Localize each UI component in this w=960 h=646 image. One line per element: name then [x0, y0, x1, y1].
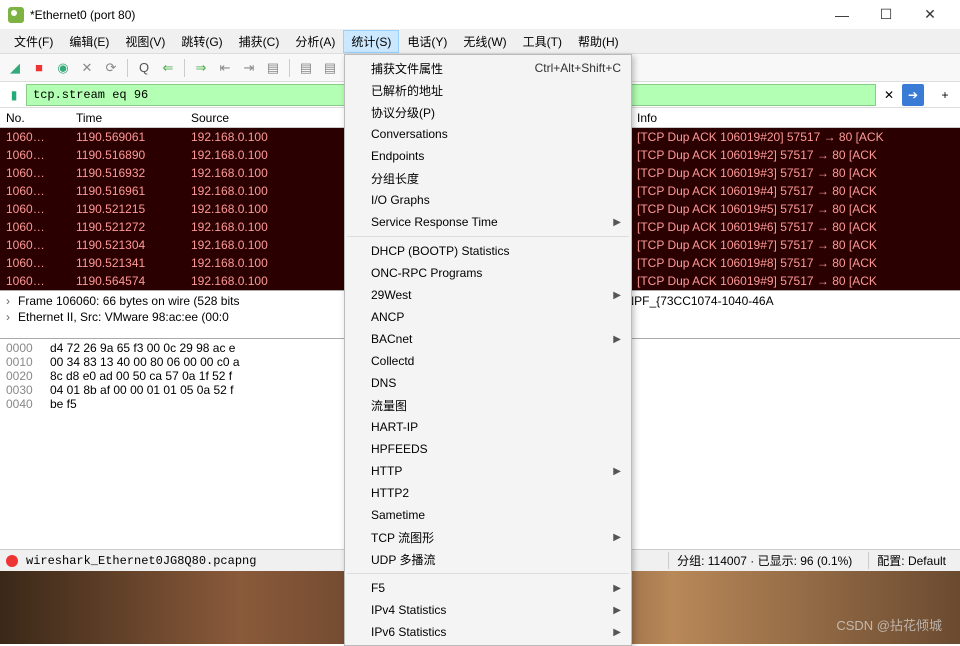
menu-item[interactable]: 已解析的地址 — [345, 79, 631, 101]
menu-item[interactable]: HTTP▶ — [345, 460, 631, 482]
toolbar-btn-0[interactable]: ◢ — [4, 57, 26, 79]
menu-跳转(G)[interactable]: 跳转(G) — [173, 30, 230, 53]
menu-item[interactable]: ONC-RPC Programs — [345, 262, 631, 284]
menu-item[interactable]: Sametime — [345, 504, 631, 526]
toolbar-btn-2[interactable]: ◉ — [52, 57, 74, 79]
toolbar-btn-9[interactable]: ⇥ — [238, 57, 260, 79]
toolbar-btn-4[interactable]: ⟳ — [100, 57, 122, 79]
menu-item[interactable]: UDP 多播流 — [345, 548, 631, 570]
menu-item[interactable]: HART-IP — [345, 416, 631, 438]
col-time[interactable]: Time — [70, 110, 185, 126]
menu-item[interactable]: BACnet▶ — [345, 328, 631, 350]
toolbar-btn-1[interactable]: ■ — [28, 57, 50, 79]
close-button[interactable]: ✕ — [908, 1, 952, 29]
toolbar-btn-12[interactable]: ▤ — [319, 57, 341, 79]
status-profile[interactable]: 配置: Default — [868, 552, 954, 569]
submenu-arrow-icon: ▶ — [613, 605, 621, 616]
submenu-arrow-icon: ▶ — [613, 532, 621, 543]
submenu-arrow-icon: ▶ — [613, 466, 621, 477]
statistics-menu: 捕获文件属性Ctrl+Alt+Shift+C已解析的地址协议分级(P)Conve… — [344, 54, 632, 646]
watermark: CSDN @拈花倾城 — [836, 615, 942, 634]
minimize-button[interactable]: ― — [820, 1, 864, 29]
menu-捕获(C)[interactable]: 捕获(C) — [231, 30, 288, 53]
filter-clear-button[interactable]: ✕ — [878, 84, 900, 106]
toolbar-btn-7[interactable]: ⇒ — [190, 57, 212, 79]
menu-编辑(E)[interactable]: 编辑(E) — [61, 30, 117, 53]
menu-item[interactable]: Service Response Time▶ — [345, 211, 631, 233]
menu-item[interactable]: TCP 流图形▶ — [345, 526, 631, 548]
menu-文件(F)[interactable]: 文件(F) — [6, 30, 61, 53]
app-icon — [8, 7, 24, 23]
menu-item[interactable]: Collectd — [345, 350, 631, 372]
toolbar-btn-8[interactable]: ⇤ — [214, 57, 236, 79]
submenu-arrow-icon: ▶ — [613, 627, 621, 638]
menu-帮助(H)[interactable]: 帮助(H) — [570, 30, 627, 53]
menu-电话(Y)[interactable]: 电话(Y) — [399, 30, 455, 53]
menu-分析(A)[interactable]: 分析(A) — [287, 30, 343, 53]
toolbar-btn-5[interactable]: Q — [133, 57, 155, 79]
toolbar-btn-3[interactable]: ✕ — [76, 57, 98, 79]
submenu-arrow-icon: ▶ — [613, 334, 621, 345]
submenu-arrow-icon: ▶ — [613, 217, 621, 228]
menu-item[interactable]: ANCP — [345, 306, 631, 328]
toolbar-btn-11[interactable]: ▤ — [295, 57, 317, 79]
menu-item[interactable]: DNS — [345, 372, 631, 394]
menu-item[interactable]: 协议分级(P) — [345, 101, 631, 123]
filter-bookmark-icon[interactable]: ▮ — [4, 85, 24, 105]
toolbar-btn-6[interactable]: ⇐ — [157, 57, 179, 79]
menu-item[interactable]: 分组长度 — [345, 167, 631, 189]
menu-item[interactable]: HTTP2 — [345, 482, 631, 504]
window-title: *Ethernet0 (port 80) — [30, 8, 820, 22]
col-info[interactable]: Info — [631, 110, 960, 126]
menu-视图(V)[interactable]: 视图(V) — [117, 30, 173, 53]
menu-无线(W)[interactable]: 无线(W) — [455, 30, 514, 53]
menu-工具(T)[interactable]: 工具(T) — [515, 30, 570, 53]
menu-item[interactable]: Endpoints — [345, 145, 631, 167]
submenu-arrow-icon: ▶ — [613, 583, 621, 594]
menu-item[interactable]: IPv4 Statistics▶ — [345, 599, 631, 621]
menu-item[interactable]: Conversations — [345, 123, 631, 145]
submenu-arrow-icon: ▶ — [613, 290, 621, 301]
frame-line[interactable]: Frame 106060: 66 bytes on wire (528 bits — [18, 294, 239, 308]
menubar: 文件(F)编辑(E)视图(V)跳转(G)捕获(C)分析(A)统计(S)电话(Y)… — [0, 30, 960, 54]
menu-item[interactable]: 流量图 — [345, 394, 631, 416]
ethernet-line[interactable]: Ethernet II, Src: VMware 98:ac:ee (00:0 — [18, 310, 229, 324]
col-source[interactable]: Source — [185, 110, 335, 126]
menu-item[interactable]: I/O Graphs — [345, 189, 631, 211]
menu-item[interactable]: HPFEEDS — [345, 438, 631, 460]
menu-统计(S)[interactable]: 统计(S) — [343, 30, 399, 53]
filter-add-button[interactable]: + — [934, 84, 956, 106]
menu-item[interactable]: F5▶ — [345, 577, 631, 599]
filter-apply-button[interactable]: ➔ — [902, 84, 924, 106]
col-no[interactable]: No. — [0, 110, 70, 126]
status-packets: 分组: 114007 · 已显示: 96 (0.1%) — [668, 552, 860, 569]
expert-info-icon[interactable] — [6, 555, 18, 567]
maximize-button[interactable]: ☐ — [864, 1, 908, 29]
menu-item[interactable]: DHCP (BOOTP) Statistics — [345, 240, 631, 262]
menu-item[interactable]: IPv6 Statistics▶ — [345, 621, 631, 643]
menu-item[interactable]: 捕获文件属性Ctrl+Alt+Shift+C — [345, 57, 631, 79]
toolbar-btn-10[interactable]: ▤ — [262, 57, 284, 79]
menu-item[interactable]: 29West▶ — [345, 284, 631, 306]
titlebar: *Ethernet0 (port 80) ― ☐ ✕ — [0, 0, 960, 30]
